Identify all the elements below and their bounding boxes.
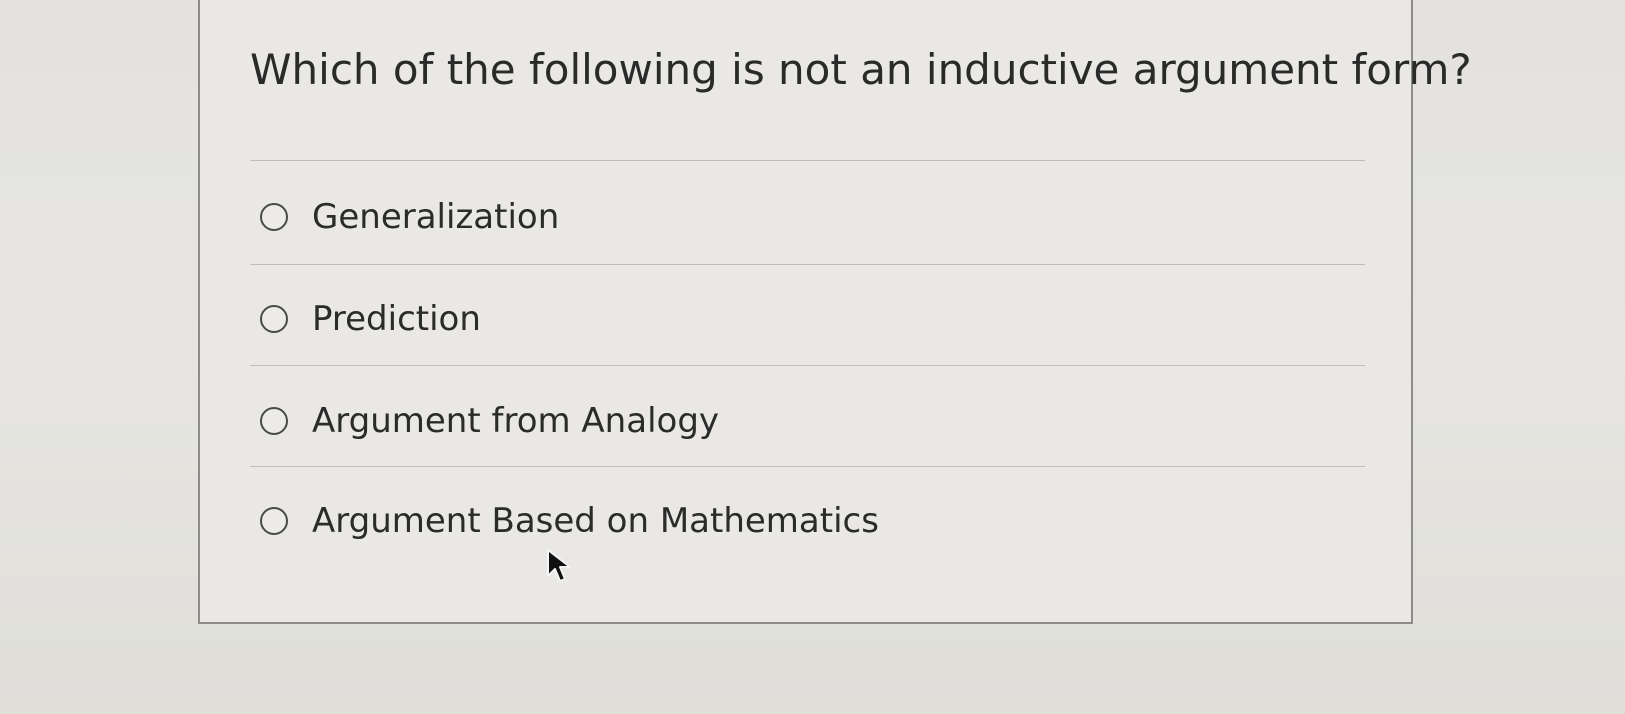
question-title: Which of the following is not an inducti…: [250, 45, 1472, 94]
radio-button-icon[interactable]: [260, 305, 288, 333]
answer-option-prediction[interactable]: Prediction: [260, 294, 481, 344]
divider: [250, 264, 1365, 265]
answer-option-argument-based-on-mathematics[interactable]: Argument Based on Mathematics: [260, 496, 879, 546]
divider: [250, 160, 1365, 161]
radio-button-icon[interactable]: [260, 203, 288, 231]
divider: [250, 365, 1365, 366]
option-label: Argument from Analogy: [312, 401, 720, 441]
divider: [250, 466, 1365, 467]
radio-button-icon[interactable]: [260, 407, 288, 435]
question-card: Which of the following is not an inducti…: [198, 0, 1472, 624]
answer-option-generalization[interactable]: Generalization: [260, 192, 559, 242]
mouse-pointer-icon: [547, 549, 571, 582]
option-label: Generalization: [312, 197, 560, 237]
option-label: Argument Based on Mathematics: [312, 501, 879, 541]
answer-option-argument-from-analogy[interactable]: Argument from Analogy: [260, 396, 719, 446]
radio-button-icon[interactable]: [260, 507, 288, 535]
option-label: Prediction: [312, 299, 481, 339]
